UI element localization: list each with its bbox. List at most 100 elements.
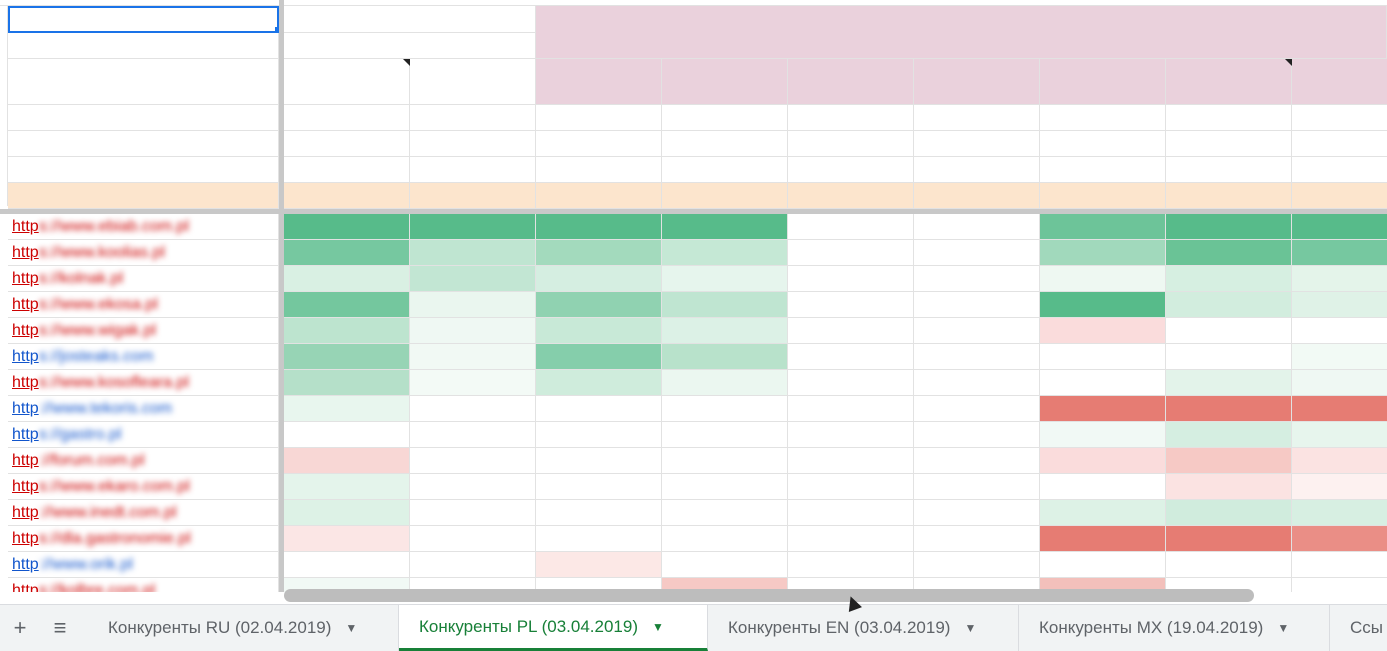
data-cell[interactable] bbox=[536, 370, 662, 396]
stats-cell[interactable] bbox=[410, 105, 536, 131]
data-cell[interactable] bbox=[662, 370, 788, 396]
competitor-link[interactable]: https://www.koolias.pl bbox=[8, 240, 279, 266]
stats-cell[interactable] bbox=[1292, 131, 1387, 157]
data-cell[interactable] bbox=[1166, 240, 1292, 266]
data-cell[interactable] bbox=[536, 318, 662, 344]
competitor-link[interactable]: https://www.wigak.pl bbox=[8, 318, 279, 344]
data-cell[interactable] bbox=[284, 448, 410, 474]
data-cell[interactable] bbox=[1040, 240, 1166, 266]
data-cell[interactable] bbox=[1166, 448, 1292, 474]
column-header-8[interactable] bbox=[1292, 59, 1387, 105]
column-header-7[interactable] bbox=[1166, 59, 1292, 105]
own-domain-cell[interactable] bbox=[1292, 183, 1387, 209]
own-domain-cell[interactable] bbox=[788, 183, 914, 209]
competitor-link[interactable]: https://www.ekosa.pl bbox=[8, 292, 279, 318]
own-domain-cell[interactable] bbox=[410, 183, 536, 209]
data-cell[interactable] bbox=[536, 214, 662, 240]
stats-cell[interactable] bbox=[914, 157, 1040, 183]
data-cell[interactable] bbox=[284, 318, 410, 344]
sheet-tab-1[interactable]: Конкуренты PL (03.04.2019) ▼ bbox=[399, 605, 708, 651]
competitor-link[interactable]: https://gastro.pl bbox=[8, 422, 279, 448]
data-cell[interactable] bbox=[1040, 526, 1166, 552]
data-cell[interactable] bbox=[788, 344, 914, 370]
own-domain-cell[interactable] bbox=[536, 183, 662, 209]
data-cell[interactable] bbox=[410, 500, 536, 526]
stats-cell[interactable] bbox=[914, 105, 1040, 131]
column-header-5[interactable] bbox=[914, 59, 1040, 105]
data-cell[interactable] bbox=[914, 266, 1040, 292]
column-header-3[interactable] bbox=[662, 59, 788, 105]
competitor-url-prefix[interactable]: http bbox=[12, 296, 39, 313]
data-cell[interactable] bbox=[536, 396, 662, 422]
data-cell[interactable] bbox=[662, 448, 788, 474]
data-cell[interactable] bbox=[914, 526, 1040, 552]
stats-cell[interactable] bbox=[1040, 157, 1166, 183]
data-cell[interactable] bbox=[284, 292, 410, 318]
data-cell[interactable] bbox=[662, 552, 788, 578]
data-cell[interactable] bbox=[1040, 370, 1166, 396]
stats-cell[interactable] bbox=[1166, 105, 1292, 131]
data-cell[interactable] bbox=[662, 526, 788, 552]
data-cell[interactable] bbox=[410, 422, 536, 448]
stats-cell[interactable] bbox=[1292, 157, 1387, 183]
selected-cell[interactable] bbox=[8, 6, 279, 33]
spreadsheet-grid[interactable]: https://www.ebiab.com.pl https://www.kool… bbox=[0, 0, 1387, 592]
data-cell[interactable] bbox=[410, 214, 536, 240]
data-cell[interactable] bbox=[1292, 474, 1387, 500]
data-cell[interactable] bbox=[1166, 370, 1292, 396]
competitor-url-prefix[interactable]: http bbox=[12, 478, 39, 495]
stats-cell[interactable] bbox=[1292, 105, 1387, 131]
data-cell[interactable] bbox=[410, 344, 536, 370]
data-cell[interactable] bbox=[1040, 318, 1166, 344]
stats-cell[interactable] bbox=[662, 157, 788, 183]
data-cell[interactable] bbox=[410, 266, 536, 292]
data-cell[interactable] bbox=[788, 526, 914, 552]
data-cell[interactable] bbox=[662, 474, 788, 500]
data-cell[interactable] bbox=[1166, 500, 1292, 526]
competitor-link[interactable]: http://www.orik.pl bbox=[8, 552, 279, 578]
data-cell[interactable] bbox=[410, 292, 536, 318]
google-pl-link[interactable] bbox=[284, 33, 536, 59]
data-cell[interactable] bbox=[536, 266, 662, 292]
horizontal-scrollbar[interactable] bbox=[284, 589, 1254, 602]
data-cell[interactable] bbox=[536, 474, 662, 500]
data-cell[interactable] bbox=[284, 214, 410, 240]
data-cell[interactable] bbox=[788, 266, 914, 292]
column-header-0[interactable] bbox=[284, 59, 410, 105]
stats-cell[interactable] bbox=[284, 157, 410, 183]
data-cell[interactable] bbox=[1040, 552, 1166, 578]
header-blank-cell[interactable] bbox=[8, 33, 279, 59]
data-cell[interactable] bbox=[1292, 318, 1387, 344]
data-cell[interactable] bbox=[1292, 370, 1387, 396]
data-cell[interactable] bbox=[1166, 344, 1292, 370]
data-cell[interactable] bbox=[788, 396, 914, 422]
data-cell[interactable] bbox=[662, 422, 788, 448]
competitor-link[interactable]: https://www.ekaro.com.pl bbox=[8, 474, 279, 500]
competitor-url-prefix[interactable]: http bbox=[12, 374, 39, 391]
data-cell[interactable] bbox=[284, 344, 410, 370]
data-cell[interactable] bbox=[1040, 448, 1166, 474]
competitor-url-prefix[interactable]: http bbox=[12, 582, 39, 592]
competitor-url-prefix[interactable]: http bbox=[12, 504, 39, 521]
competitor-url-prefix[interactable]: http bbox=[12, 426, 39, 443]
data-cell[interactable] bbox=[284, 396, 410, 422]
stats-cell[interactable] bbox=[536, 157, 662, 183]
data-cell[interactable] bbox=[1040, 500, 1166, 526]
stats-cell[interactable] bbox=[788, 131, 914, 157]
data-cell[interactable] bbox=[914, 214, 1040, 240]
data-cell[interactable] bbox=[914, 500, 1040, 526]
data-cell[interactable] bbox=[788, 240, 914, 266]
data-cell[interactable] bbox=[662, 292, 788, 318]
competitor-url-prefix[interactable]: http bbox=[12, 400, 39, 417]
data-cell[interactable] bbox=[914, 448, 1040, 474]
data-cell[interactable] bbox=[914, 396, 1040, 422]
column-header-4[interactable] bbox=[788, 59, 914, 105]
data-cell[interactable] bbox=[1292, 422, 1387, 448]
data-cell[interactable] bbox=[410, 240, 536, 266]
competitor-url-prefix[interactable]: http bbox=[12, 244, 39, 261]
chevron-down-icon[interactable]: ▼ bbox=[652, 620, 664, 634]
data-cell[interactable] bbox=[1166, 292, 1292, 318]
chevron-down-icon[interactable]: ▼ bbox=[345, 621, 357, 635]
competitor-link[interactable]: http://www.inedt.com.pl bbox=[8, 500, 279, 526]
stats-cell[interactable] bbox=[536, 105, 662, 131]
